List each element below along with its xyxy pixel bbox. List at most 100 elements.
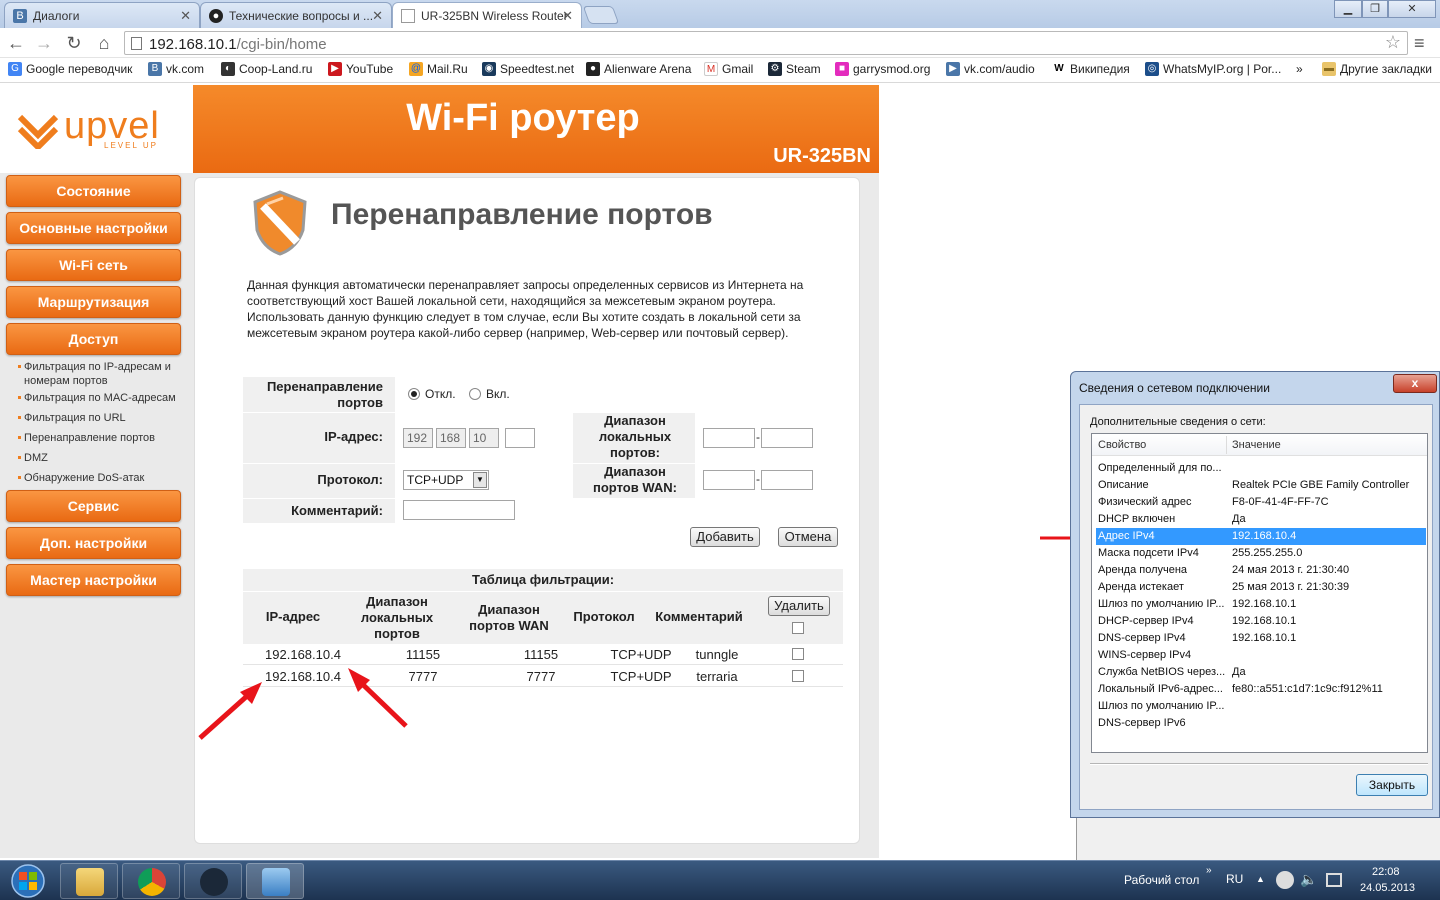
details-row[interactable]: Аренда истекает 25 мая 2013 г. 21:30:39 bbox=[1096, 579, 1426, 596]
forward-on-radio[interactable] bbox=[469, 388, 481, 400]
wan-port-from[interactable] bbox=[703, 470, 755, 490]
details-list[interactable]: Свойство Значение Определенный для по...… bbox=[1091, 433, 1428, 753]
details-row[interactable]: DNS-сервер IPv4 192.168.10.1 bbox=[1096, 630, 1426, 647]
bookmark-whatsmyip[interactable]: ◎ WhatsMyIP.org | Por... bbox=[1145, 62, 1281, 76]
close-icon[interactable]: ✕ bbox=[562, 8, 573, 24]
dialog-close-button[interactable]: x bbox=[1393, 374, 1437, 393]
reload-icon[interactable]: ↻ bbox=[64, 33, 84, 53]
new-tab-button[interactable] bbox=[582, 6, 620, 24]
network-tray-icon[interactable] bbox=[1326, 873, 1342, 887]
close-icon[interactable]: ✕ bbox=[372, 8, 383, 24]
desktop-toolbar-label[interactable]: Рабочий стол bbox=[1124, 873, 1199, 887]
bookmark-vk-audio[interactable]: ▶ vk.com/audio bbox=[946, 62, 1035, 76]
submenu-ip-port-filter[interactable]: Фильтрация по IP-адресам и номерам порто… bbox=[18, 360, 183, 388]
bookmark-garrysmod[interactable]: ■ garrysmod.org bbox=[835, 62, 930, 76]
col-property[interactable]: Свойство bbox=[1098, 439, 1146, 451]
delete-button[interactable]: Удалить bbox=[768, 596, 830, 616]
forward-off-radio[interactable] bbox=[408, 388, 420, 400]
bookmark-google-translate[interactable]: G Google переводчик bbox=[8, 62, 132, 76]
menu-wifi[interactable]: Wi-Fi сеть bbox=[6, 249, 181, 281]
details-row[interactable]: Служба NetBIOS через... Да bbox=[1096, 664, 1426, 681]
menu-service[interactable]: Сервис bbox=[6, 490, 181, 522]
bookmark-mailru[interactable]: @ Mail.Ru bbox=[409, 62, 468, 76]
submenu-url-filter[interactable]: Фильтрация по URL bbox=[18, 411, 126, 425]
submenu-dmz[interactable]: DMZ bbox=[18, 451, 48, 465]
details-row[interactable]: Описание Realtek PCIe GBE Family Controll… bbox=[1096, 477, 1426, 494]
bookmark-alienware[interactable]: ● Alienware Arena bbox=[586, 62, 691, 76]
submenu-port-forwarding[interactable]: Перенаправление портов bbox=[18, 431, 155, 445]
menu-basic-settings[interactable]: Основные настройки bbox=[6, 212, 181, 244]
bookmark-speedtest[interactable]: ◉ Speedtest.net bbox=[482, 62, 574, 76]
forward-arrow-icon[interactable]: → bbox=[34, 33, 54, 53]
close-icon[interactable]: ✕ bbox=[180, 8, 191, 24]
submenu-dos[interactable]: Обнаружение DoS-атак bbox=[18, 471, 144, 485]
col-value[interactable]: Значение bbox=[1232, 439, 1281, 451]
bookmark-coop-land[interactable]: ◐ Coop-Land.ru bbox=[221, 62, 312, 76]
details-row[interactable]: Физический адрес F8-0F-41-4F-FF-7C bbox=[1096, 494, 1426, 511]
details-row[interactable]: Маска подсети IPv4 255.255.255.0 bbox=[1096, 545, 1426, 562]
bookmark-gmail[interactable]: M Gmail bbox=[704, 62, 753, 76]
details-row[interactable]: Локальный IPv6-адрес... fe80::a551:c1d7:1… bbox=[1096, 681, 1426, 698]
chevron-right-icon[interactable]: » bbox=[1206, 865, 1212, 876]
row-checkbox[interactable] bbox=[792, 670, 804, 682]
comment-input[interactable] bbox=[403, 500, 515, 520]
bookmark-vk[interactable]: Bvk.com bbox=[148, 62, 204, 76]
bookmark-other[interactable]: ▬ Другие закладки bbox=[1322, 62, 1432, 76]
speaker-icon[interactable]: 🔈 bbox=[1300, 871, 1317, 888]
whatsmyip-icon: ◎ bbox=[1145, 62, 1159, 76]
tab-router[interactable]: UR-325BN Wireless Router ✕ bbox=[392, 2, 582, 28]
bookmark-star-icon[interactable]: ☆ bbox=[1385, 32, 1401, 53]
dialog-close-action-button[interactable]: Закрыть bbox=[1356, 774, 1428, 796]
wan-port-to[interactable] bbox=[761, 470, 813, 490]
submenu-mac-filter[interactable]: Фильтрация по MAC-адресам bbox=[18, 391, 176, 405]
details-row[interactable]: DNS-сервер IPv6 bbox=[1096, 715, 1426, 732]
taskbar-steam[interactable] bbox=[184, 863, 242, 899]
details-row[interactable]: WINS-сервер IPv4 bbox=[1096, 647, 1426, 664]
row-checkbox[interactable] bbox=[792, 648, 804, 660]
menu-wizard[interactable]: Мастер настройки bbox=[6, 564, 181, 596]
details-row[interactable]: Шлюз по умолчанию IP... bbox=[1096, 698, 1426, 715]
details-row[interactable]: Шлюз по умолчанию IP... 192.168.10.1 bbox=[1096, 596, 1426, 613]
bookmark-wikipedia[interactable]: W Википедия bbox=[1052, 62, 1130, 76]
clock-time[interactable]: 22:08 bbox=[1372, 866, 1400, 878]
local-port-from[interactable] bbox=[703, 428, 755, 448]
details-row[interactable]: DHCP включен Да bbox=[1096, 511, 1426, 528]
details-row[interactable]: Адрес IPv4 192.168.10.4 bbox=[1096, 528, 1426, 545]
tray-up-arrow-icon[interactable]: ▲ bbox=[1256, 874, 1265, 884]
bookmark-steam[interactable]: ⚙ Steam bbox=[768, 62, 821, 76]
taskbar-explorer[interactable] bbox=[60, 863, 118, 899]
ip-octet-1[interactable] bbox=[403, 428, 433, 448]
local-port-to[interactable] bbox=[761, 428, 813, 448]
minimize-button[interactable]: ▁ bbox=[1334, 0, 1362, 18]
url-input[interactable]: 192.168.10.1/cgi-bin/home ☆ bbox=[124, 31, 1408, 55]
menu-advanced[interactable]: Доп. настройки bbox=[6, 527, 181, 559]
maximize-button[interactable]: ❐ bbox=[1362, 0, 1388, 18]
bookmarks-overflow-button[interactable]: » bbox=[1278, 62, 1303, 76]
menu-icon[interactable]: ≡ bbox=[1414, 33, 1425, 54]
home-icon[interactable]: ⌂ bbox=[94, 33, 114, 53]
cancel-button[interactable]: Отмена bbox=[778, 527, 838, 547]
details-row[interactable]: Определенный для по... bbox=[1096, 460, 1426, 477]
protocol-select[interactable]: TCP+UDP ▼ bbox=[403, 470, 489, 490]
tab-tech-questions[interactable]: ● Технические вопросы и ... ✕ bbox=[200, 2, 392, 28]
menu-access[interactable]: Доступ bbox=[6, 323, 181, 355]
details-row[interactable]: DHCP-сервер IPv4 192.168.10.1 bbox=[1096, 613, 1426, 630]
menu-status[interactable]: Состояние bbox=[6, 175, 181, 207]
taskbar-chrome[interactable] bbox=[122, 863, 180, 899]
ip-octet-2[interactable] bbox=[436, 428, 466, 448]
tab-dialogs[interactable]: В Диалоги ✕ bbox=[4, 2, 200, 28]
window-close-button[interactable]: ✕ bbox=[1388, 0, 1436, 18]
menu-routing[interactable]: Маршрутизация bbox=[6, 286, 181, 318]
details-row[interactable]: Аренда получена 24 мая 2013 г. 21:30:40 bbox=[1096, 562, 1426, 579]
back-arrow-icon[interactable]: ← bbox=[6, 33, 26, 53]
ip-octet-4[interactable] bbox=[505, 428, 535, 448]
ip-octet-3[interactable] bbox=[469, 428, 499, 448]
select-all-checkbox[interactable] bbox=[792, 622, 804, 634]
steam-tray-icon[interactable] bbox=[1276, 871, 1294, 889]
clock-date[interactable]: 24.05.2013 bbox=[1360, 882, 1415, 894]
add-button[interactable]: Добавить bbox=[690, 527, 760, 547]
bookmark-youtube[interactable]: ▶ YouTube bbox=[328, 62, 393, 76]
language-indicator[interactable]: RU bbox=[1226, 872, 1243, 886]
start-button-icon[interactable] bbox=[4, 863, 52, 899]
taskbar-network[interactable] bbox=[246, 863, 304, 899]
